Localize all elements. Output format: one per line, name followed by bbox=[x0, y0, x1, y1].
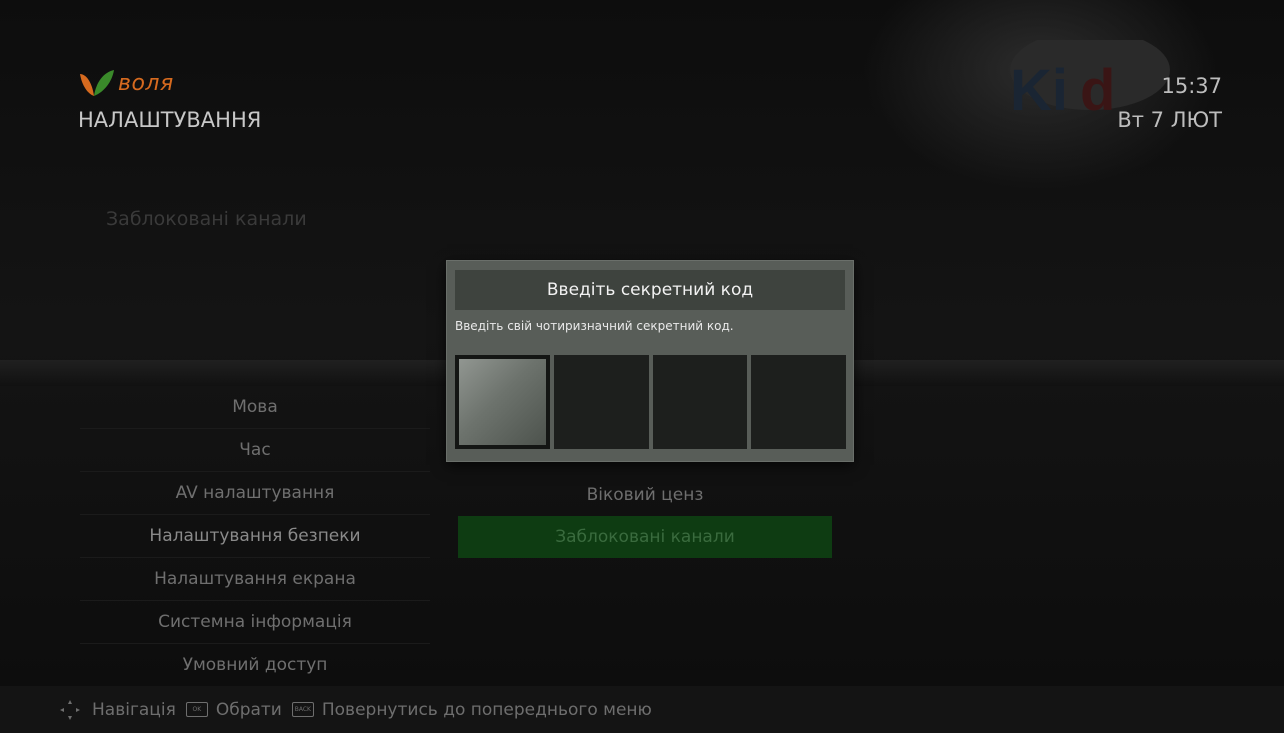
dpad-icon bbox=[60, 699, 80, 720]
submenu-item-age-rating[interactable]: Віковий ценз bbox=[458, 474, 832, 516]
ok-key-icon: OK bbox=[185, 702, 208, 717]
menu-item-system-info[interactable]: Системна інформація bbox=[80, 601, 430, 644]
settings-menu: Мова Час AV налаштування Налаштування бе… bbox=[80, 386, 430, 687]
hint-select: Обрати bbox=[215, 699, 282, 720]
dialog-title: Введіть секретний код bbox=[455, 270, 845, 310]
leaf-icon bbox=[80, 70, 114, 96]
menu-item-conditional-access[interactable]: Умовний доступ bbox=[80, 644, 430, 687]
pin-digit-4[interactable] bbox=[751, 355, 846, 449]
menu-item-security-settings[interactable]: Налаштування безпеки bbox=[80, 515, 430, 558]
pin-digit-3[interactable] bbox=[652, 355, 748, 449]
back-key-icon: BACK bbox=[291, 702, 314, 717]
menu-item-time[interactable]: Час bbox=[80, 429, 430, 472]
menu-item-language[interactable]: Мова bbox=[80, 386, 430, 429]
footer-hint-bar: Навігація OK Обрати BACK Повернутись до … bbox=[0, 686, 1284, 733]
pin-dialog: Введіть секретний код Введіть свій чотир… bbox=[447, 261, 853, 461]
page-title: НАЛАШТУВАННЯ bbox=[78, 108, 262, 132]
logo-text: воля bbox=[118, 70, 174, 96]
menu-item-av-settings[interactable]: AV налаштування bbox=[80, 472, 430, 515]
pin-digit-2[interactable] bbox=[553, 355, 649, 449]
dialog-description: Введіть свій чотиризначний секретний код… bbox=[455, 319, 734, 333]
security-submenu: Віковий ценз Заблоковані канали bbox=[458, 474, 832, 558]
svg-text:d: d bbox=[1080, 58, 1115, 123]
hint-navigate: Навігація bbox=[92, 699, 176, 720]
section-header: Заблоковані канали bbox=[106, 208, 307, 230]
clock: 15:37 bbox=[1161, 74, 1222, 98]
menu-item-screen-settings[interactable]: Налаштування екрана bbox=[80, 558, 430, 601]
hint-back: Повернутись до попереднього меню bbox=[321, 699, 652, 720]
submenu-item-blocked-channels[interactable]: Заблоковані канали bbox=[458, 516, 832, 558]
tv-screen: Ki d воля НАЛАШТУВАННЯ 15:37 Вт 7 ЛЮТ За… bbox=[0, 0, 1284, 733]
svg-text:Ki: Ki bbox=[1010, 58, 1068, 123]
date: Вт 7 ЛЮТ bbox=[1117, 108, 1222, 132]
pin-input-row bbox=[455, 355, 846, 449]
brand-logo: воля bbox=[76, 68, 174, 98]
pin-digit-1[interactable] bbox=[455, 355, 550, 449]
